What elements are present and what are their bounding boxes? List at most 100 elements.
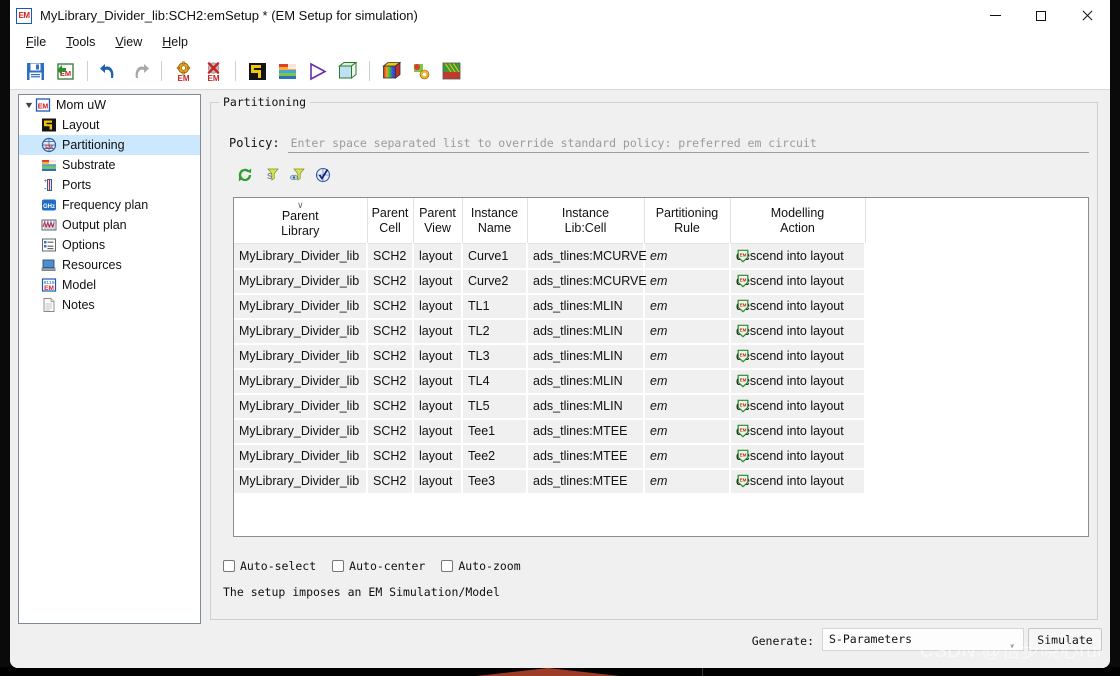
cell-parent-view[interactable]: layout xyxy=(413,443,463,470)
cell-modelling-action[interactable]: EM descend into layout xyxy=(730,468,866,495)
cell-parent-view[interactable]: layout xyxy=(413,368,463,395)
cell-modelling-action[interactable]: EM descend into layout xyxy=(730,393,866,420)
cell-parent-library[interactable]: MyLibrary_Divider_lib xyxy=(234,418,368,445)
cell-instance-libcell[interactable]: ads_tlines:MLIN xyxy=(527,293,645,320)
cell-parent-view[interactable]: layout xyxy=(413,243,463,270)
table-row[interactable]: MyLibrary_Divider_lib SCH2 layout Curve2 ads… xyxy=(234,268,866,295)
redo-icon[interactable] xyxy=(126,58,153,85)
cell-instance-libcell[interactable]: ads_tlines:MTEE xyxy=(527,468,645,495)
minimize-button[interactable] xyxy=(972,0,1018,31)
simulate-button[interactable]: Simulate xyxy=(1028,628,1102,651)
checkbox-auto-select[interactable]: Auto-select xyxy=(223,559,316,573)
cell-instance-name[interactable]: Tee1 xyxy=(462,418,528,445)
col-partitioning-rule[interactable]: Partitioning Rule xyxy=(644,198,731,244)
rainbow-cube-icon[interactable] xyxy=(378,58,405,85)
menu-view[interactable]: View xyxy=(105,33,152,51)
cell-parent-view[interactable]: layout xyxy=(413,268,463,295)
cell-parent-cell[interactable]: SCH2 xyxy=(367,443,414,470)
cell-partitioning-rule[interactable]: em xyxy=(644,293,731,320)
cell-parent-library[interactable]: MyLibrary_Divider_lib xyxy=(234,443,368,470)
cell-modelling-action[interactable]: EM descend into layout xyxy=(730,368,866,395)
cell-parent-view[interactable]: layout xyxy=(413,393,463,420)
cell-instance-name[interactable]: TL4 xyxy=(462,368,528,395)
em-result-icon[interactable] xyxy=(438,58,465,85)
sidebar-item-substrate[interactable]: Substrate xyxy=(19,155,200,175)
cell-partitioning-rule[interactable]: em xyxy=(644,418,731,445)
filter-view-icon[interactable] xyxy=(287,165,307,185)
chevron-down-icon[interactable]: ▾ xyxy=(1009,636,1015,657)
cell-instance-name[interactable]: TL3 xyxy=(462,343,528,370)
sidebar-item-partitioning[interactable]: EM Partitioning xyxy=(19,135,200,155)
table-row[interactable]: MyLibrary_Divider_lib SCH2 layout Curve1 ads… xyxy=(234,243,866,270)
cell-parent-cell[interactable]: SCH2 xyxy=(367,393,414,420)
cell-instance-libcell[interactable]: ads_tlines:MLIN xyxy=(527,393,645,420)
cell-partitioning-rule[interactable]: em xyxy=(644,243,731,270)
mesh-settings-icon[interactable] xyxy=(408,58,435,85)
table-row[interactable]: MyLibrary_Divider_lib SCH2 layout TL1 ads_tl… xyxy=(234,293,866,320)
substrate-icon[interactable] xyxy=(274,58,301,85)
cell-parent-view[interactable]: layout xyxy=(413,418,463,445)
cell-instance-libcell[interactable]: ads_tlines:MCURVE xyxy=(527,268,647,295)
col-parent-view[interactable]: Parent View xyxy=(413,198,463,244)
checkbox-box[interactable] xyxy=(332,560,345,572)
layout-icon[interactable] xyxy=(244,58,271,85)
generate-select[interactable]: S-Parameters ▾ xyxy=(822,628,1024,652)
cell-instance-name[interactable]: Tee2 xyxy=(462,443,528,470)
cell-modelling-action[interactable]: EM descend into layout xyxy=(730,343,866,370)
cell-modelling-action[interactable]: EM descend into layout xyxy=(730,293,866,320)
col-modelling-action[interactable]: Modelling Action xyxy=(730,198,866,244)
cell-parent-library[interactable]: MyLibrary_Divider_lib xyxy=(234,243,368,270)
cell-modelling-action[interactable]: EM descend into layout xyxy=(730,318,866,345)
col-parent-cell[interactable]: Parent Cell xyxy=(367,198,414,244)
em-settings-icon[interactable]: EM xyxy=(170,58,197,85)
cell-instance-libcell[interactable]: ads_tlines:MTEE xyxy=(527,443,645,470)
cell-parent-cell[interactable]: SCH2 xyxy=(367,468,414,495)
maximize-button[interactable] xyxy=(1018,0,1064,31)
menu-file[interactable]: File xyxy=(16,33,56,51)
setup-tree[interactable]: ▼ EM Mom uW Layout EM Partitioning Subst… xyxy=(18,94,201,624)
menu-help[interactable]: Help xyxy=(152,33,198,51)
simulate-icon[interactable] xyxy=(304,58,331,85)
cell-parent-library[interactable]: MyLibrary_Divider_lib xyxy=(234,268,368,295)
cell-instance-libcell[interactable]: ads_tlines:MLIN xyxy=(527,318,645,345)
checkbox-box[interactable] xyxy=(223,560,235,572)
cell-partitioning-rule[interactable]: em xyxy=(644,318,731,345)
cell-instance-name[interactable]: Tee3 xyxy=(462,468,528,495)
cell-parent-library[interactable]: MyLibrary_Divider_lib xyxy=(234,293,368,320)
sidebar-item-resources[interactable]: Resources xyxy=(19,255,200,275)
table-row[interactable]: MyLibrary_Divider_lib SCH2 layout Tee1 ads_t… xyxy=(234,418,866,445)
cell-instance-name[interactable]: TL1 xyxy=(462,293,528,320)
cell-modelling-action[interactable]: EM descend into layout xyxy=(730,243,866,270)
cell-partitioning-rule[interactable]: em xyxy=(644,393,731,420)
menu-tools[interactable]: Tools xyxy=(56,33,105,51)
cell-instance-libcell[interactable]: ads_tlines:MCURVE xyxy=(527,243,647,270)
partitioning-table[interactable]: ∨ Parent Library Parent Cell Parent View… xyxy=(233,197,1089,537)
policy-input[interactable] xyxy=(287,133,1089,153)
cell-partitioning-rule[interactable]: em xyxy=(644,343,731,370)
validate-em-icon[interactable] xyxy=(313,165,333,185)
checkbox-box[interactable] xyxy=(441,560,454,572)
table-row[interactable]: MyLibrary_Divider_lib SCH2 layout Tee2 ads_t… xyxy=(234,443,866,470)
table-row[interactable]: MyLibrary_Divider_lib SCH2 layout TL5 ads_tl… xyxy=(234,393,866,420)
save-em-setup-icon[interactable]: EM xyxy=(52,58,79,85)
cell-instance-name[interactable]: Curve1 xyxy=(462,243,528,270)
col-instance-libcell[interactable]: Instance Lib:Cell xyxy=(527,198,645,244)
cell-parent-view[interactable]: layout xyxy=(413,318,463,345)
cell-parent-view[interactable]: layout xyxy=(413,468,463,495)
cell-parent-cell[interactable]: SCH2 xyxy=(367,243,414,270)
cell-instance-libcell[interactable]: ads_tlines:MTEE xyxy=(527,418,645,445)
table-row[interactable]: MyLibrary_Divider_lib SCH2 layout TL2 ads_tl… xyxy=(234,318,866,345)
cell-parent-cell[interactable]: SCH2 xyxy=(367,368,414,395)
col-instance-name[interactable]: Instance Name xyxy=(462,198,528,244)
cell-modelling-action[interactable]: EM descend into layout xyxy=(730,268,866,295)
filter-s-icon[interactable]: S xyxy=(261,165,281,185)
cell-parent-cell[interactable]: SCH2 xyxy=(367,268,414,295)
cell-parent-view[interactable]: layout xyxy=(413,293,463,320)
cell-instance-libcell[interactable]: ads_tlines:MLIN xyxy=(527,368,645,395)
cell-partitioning-rule[interactable]: em xyxy=(644,443,731,470)
sidebar-item-frequency-plan[interactable]: GHz Frequency plan xyxy=(19,195,200,215)
cell-parent-library[interactable]: MyLibrary_Divider_lib xyxy=(234,468,368,495)
table-row[interactable]: MyLibrary_Divider_lib SCH2 layout TL4 ads_tl… xyxy=(234,368,866,395)
refresh-icon[interactable] xyxy=(235,165,255,185)
undo-icon[interactable] xyxy=(96,58,123,85)
